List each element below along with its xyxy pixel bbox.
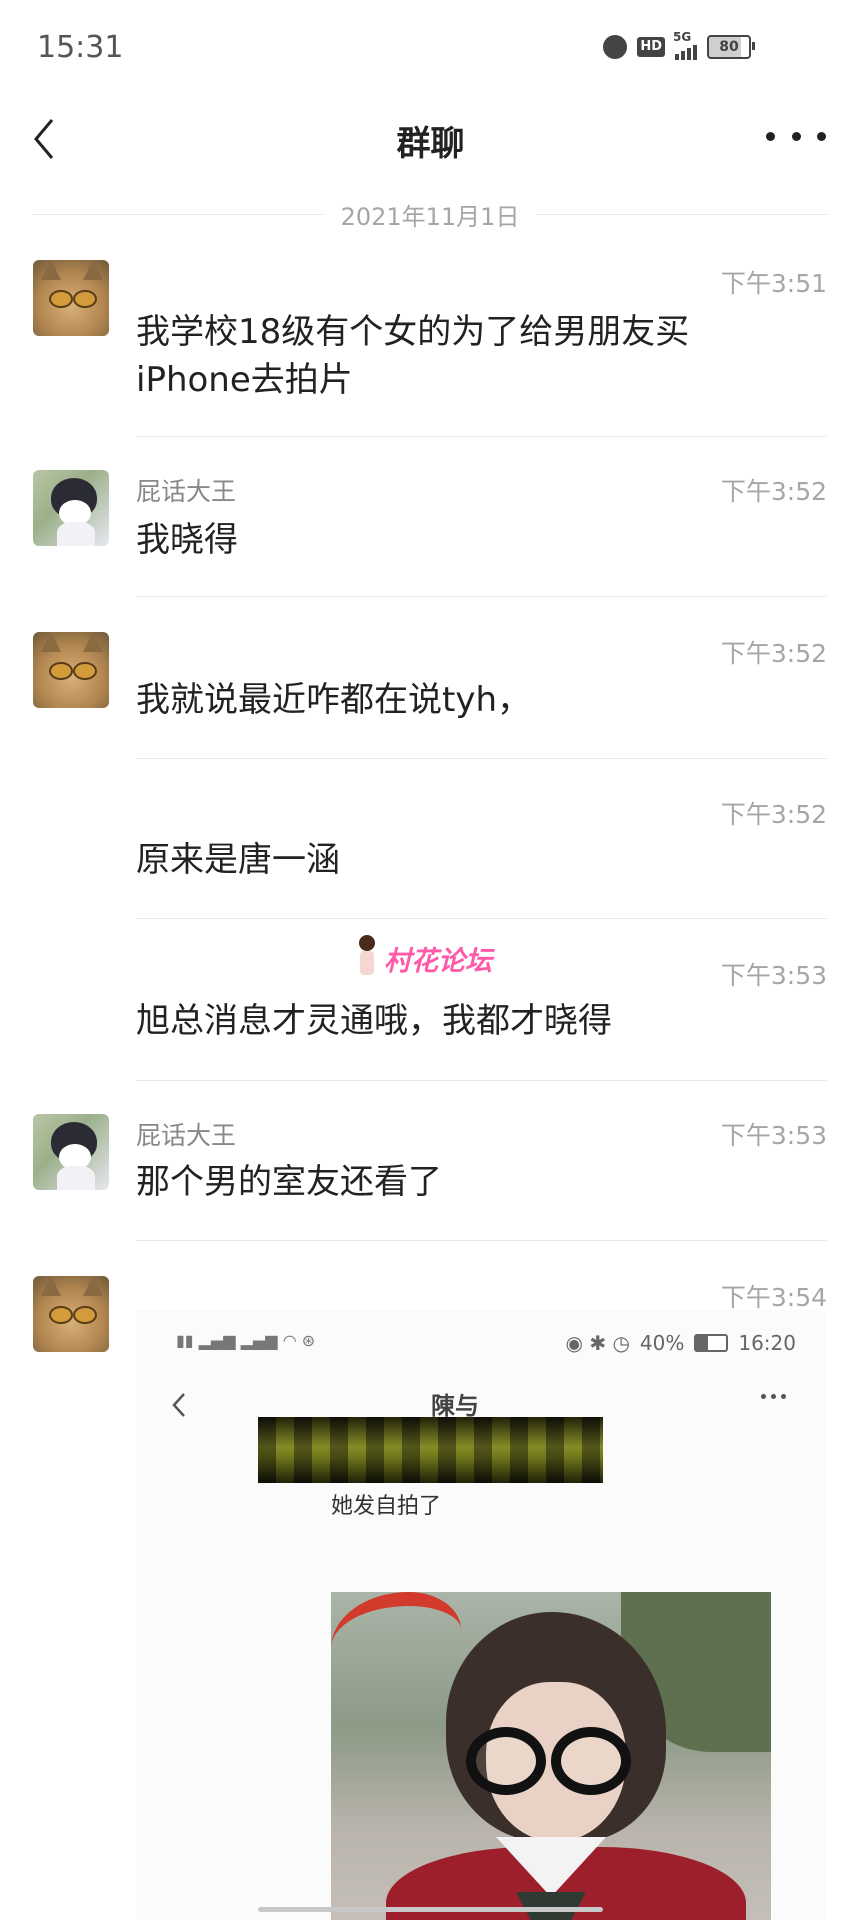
inner-status-icons: ◉ ✱ ◷ xyxy=(565,1331,630,1355)
avatar[interactable] xyxy=(33,1276,109,1352)
message-time: 下午3:52 xyxy=(720,477,827,506)
inner-battery-icon xyxy=(694,1334,729,1352)
avatar[interactable] xyxy=(33,260,109,336)
avatar[interactable] xyxy=(33,632,109,708)
inner-time: 16:20 xyxy=(738,1331,796,1355)
chat-message: 屁话大王 下午3:52 我晓得 xyxy=(0,468,861,598)
message-time: 下午3:52 xyxy=(720,800,827,829)
message-text: 我学校18级有个女的为了给男朋友买iPhone去拍片 xyxy=(136,312,690,400)
status-bar: 15:31 HD 5G 80 xyxy=(0,0,861,96)
message-text: 那个男的室友还看了 xyxy=(136,1162,442,1202)
inner-signal-icons: ▮▮ ▂▄▆ ▂▄▆ ◠ ⊛ xyxy=(176,1331,316,1350)
divider-line xyxy=(33,213,323,215)
avatar-body xyxy=(57,1166,95,1190)
inner-status-bar: ▮▮ ▂▄▆ ▂▄▆ ◠ ⊛ ◉ ✱ ◷ 40% 16:20 xyxy=(176,1325,796,1365)
more-dot-icon xyxy=(791,131,801,141)
message-divider xyxy=(136,1080,827,1081)
hd-badge: HD xyxy=(637,37,665,57)
signal-icon: 5G xyxy=(673,30,697,60)
message-text: 旭总消息才灵通哦，我都才晓得 xyxy=(136,1001,612,1041)
signal-bar xyxy=(675,54,679,60)
date-divider: 2021年11月1日 xyxy=(33,196,828,232)
sender-name: 屁话大王 xyxy=(136,477,237,506)
dot xyxy=(781,1394,786,1399)
more-dot-icon xyxy=(817,131,826,141)
status-time: 15:31 xyxy=(37,30,124,65)
message-divider xyxy=(136,758,827,759)
message-text: 我晓得 xyxy=(136,520,238,560)
chat-message: 下午3:52 我就说最近咋都在说tyh， xyxy=(0,630,861,760)
message-text: 我就说最近咋都在说tyh， xyxy=(136,680,532,720)
shared-screenshot-image[interactable]: ▮▮ ▂▄▆ ▂▄▆ ◠ ⊛ ◉ ✱ ◷ 40% 16:20 陳与 她发自拍了 xyxy=(136,1310,827,1920)
glasses-lens xyxy=(73,662,97,680)
chat-message: 屁话大王 下午3:53 那个男的室友还看了 xyxy=(0,1112,861,1242)
divider-line xyxy=(537,213,828,215)
inner-status-right: ◉ ✱ ◷ 40% 16:20 xyxy=(566,1331,796,1355)
battery-icon: 80 xyxy=(707,35,755,59)
network-type: 5G xyxy=(673,30,692,44)
cat-ear xyxy=(83,1276,103,1296)
signal-bar xyxy=(687,48,691,60)
message-divider xyxy=(136,1240,827,1241)
message-time: 下午3:54 xyxy=(720,1283,827,1312)
message-text: 原来是唐一涵 xyxy=(136,840,340,880)
home-indicator[interactable] xyxy=(258,1907,603,1912)
glasses-lens xyxy=(73,1306,97,1324)
glasses-lens xyxy=(49,290,73,308)
status-icons: HD 5G 80 xyxy=(603,30,755,60)
chat-message: 下午3:52 原来是唐一涵 xyxy=(0,790,861,920)
dot xyxy=(761,1394,766,1399)
more-options-button[interactable] xyxy=(766,116,826,156)
message-divider xyxy=(136,918,827,919)
glasses-lens xyxy=(49,662,73,680)
chat-message: 下午3:51 我学校18级有个女的为了给男朋友买iPhone去拍片 xyxy=(0,258,861,438)
glasses-lens xyxy=(73,290,97,308)
glasses-lens xyxy=(49,1306,73,1324)
message-time: 下午3:51 xyxy=(720,269,827,298)
message-time: 下午3:53 xyxy=(720,1121,827,1150)
chat-message: 下午3:54 xyxy=(0,1274,861,1352)
signal-bar xyxy=(693,45,697,60)
date-label: 2021年11月1日 xyxy=(340,202,520,231)
inner-chevron-left-icon xyxy=(172,1393,185,1417)
sender-name: 屁话大王 xyxy=(136,1121,237,1150)
inner-title: 陳与 xyxy=(431,1392,479,1420)
pixelated-censor xyxy=(258,1417,603,1483)
message-divider xyxy=(136,436,827,437)
photo-glasses-lens xyxy=(551,1727,631,1795)
avatar[interactable] xyxy=(33,470,109,546)
dot xyxy=(771,1394,776,1399)
cat-ear xyxy=(83,632,103,652)
battery-level: 80 xyxy=(719,39,739,55)
selfie-photo xyxy=(331,1592,771,1920)
photo-glasses-lens xyxy=(466,1727,546,1795)
cat-ear xyxy=(41,632,61,652)
message-time: 下午3:53 xyxy=(720,961,827,990)
nav-bar: 群聊 xyxy=(0,96,861,186)
inner-more-icon xyxy=(761,1394,786,1399)
avatar[interactable] xyxy=(33,1114,109,1190)
photo-umbrella xyxy=(331,1592,461,1686)
signal-bar xyxy=(681,51,685,60)
inner-message-text: 她发自拍了 xyxy=(331,1494,442,1519)
cat-ear xyxy=(83,260,103,280)
cat-ear xyxy=(41,260,61,280)
message-divider xyxy=(136,596,827,597)
message-time: 下午3:52 xyxy=(720,639,827,668)
chat-message: 下午3:53 旭总消息才灵通哦，我都才晓得 xyxy=(0,952,861,1082)
page-title: 群聊 xyxy=(396,124,465,164)
cat-ear xyxy=(41,1276,61,1296)
more-dot-icon xyxy=(766,131,775,141)
figure-head xyxy=(359,935,375,951)
inner-battery-percent: 40% xyxy=(639,1331,685,1355)
alarm-icon xyxy=(603,35,628,59)
avatar-body xyxy=(57,522,95,546)
